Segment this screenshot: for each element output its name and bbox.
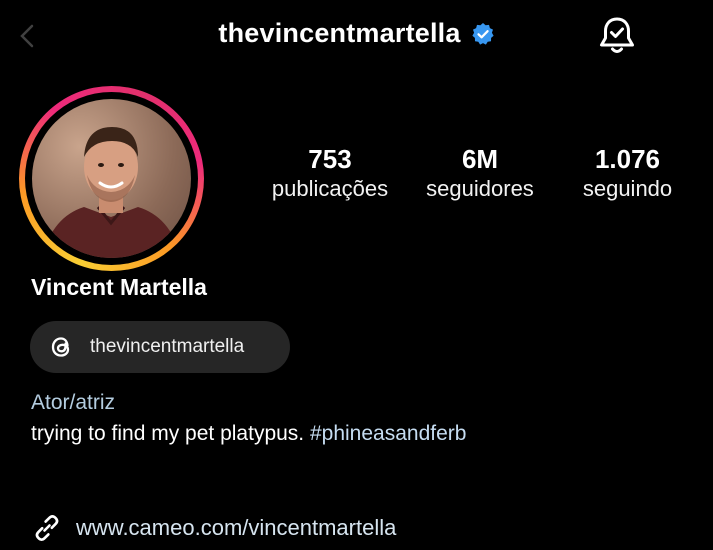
profile-category: Ator/atriz — [31, 391, 116, 414]
link-icon — [35, 515, 59, 541]
profile-stats: 753 publicações 6M seguidores 1.076 segu… — [255, 143, 700, 203]
threads-badge-button[interactable]: thevincentmartella — [30, 321, 290, 373]
stat-following[interactable]: 1.076 seguindo — [555, 143, 700, 203]
verified-badge-icon — [471, 22, 494, 45]
stat-following-label: seguindo — [582, 176, 673, 201]
profile-avatar[interactable] — [32, 99, 191, 258]
profile-username: thevincentmartella — [218, 18, 461, 48]
stat-posts-count: 753 — [308, 144, 352, 174]
profile-bio: trying to find my pet platypus. #phineas… — [31, 422, 466, 446]
profile-full-name: Vincent Martella — [31, 274, 207, 300]
profile-link[interactable]: www.cameo.com/vincentmartella — [31, 512, 396, 544]
avatar-photo — [42, 127, 181, 258]
bio-hashtag-link[interactable]: #phineasandferb — [310, 422, 466, 445]
story-ring[interactable] — [19, 86, 204, 271]
notification-bell-icon[interactable] — [595, 14, 639, 58]
stat-posts[interactable]: 753 publicações — [255, 143, 405, 203]
stat-posts-label: publicações — [271, 176, 389, 201]
profile-link-url[interactable]: www.cameo.com/vincentmartella — [76, 515, 396, 541]
stat-followers[interactable]: 6M seguidores — [405, 143, 555, 203]
stat-following-count: 1.076 — [594, 144, 661, 174]
bio-text: trying to find my pet platypus. — [31, 422, 310, 445]
stat-followers-label: seguidores — [426, 176, 534, 201]
threads-handle: thevincentmartella — [90, 336, 245, 357]
stat-followers-count: 6M — [461, 144, 499, 174]
threads-icon — [51, 337, 70, 357]
